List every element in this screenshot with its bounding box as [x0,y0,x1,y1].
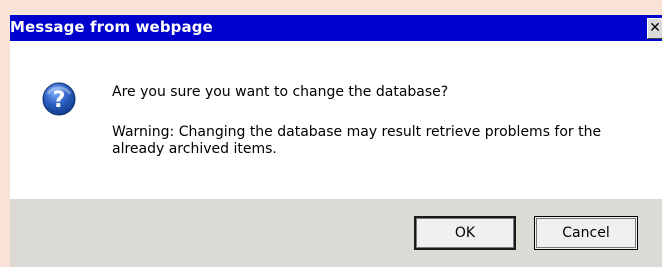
dialog-body [10,41,662,199]
warning-message: Warning: Changing the database may resul… [112,124,602,157]
question-icon: ? [42,82,76,116]
close-icon: ✕ [649,20,661,36]
ok-button[interactable]: OK [414,216,516,250]
cancel-button[interactable]: Cancel [534,216,638,250]
confirmation-message: Are you sure you want to change the data… [112,84,449,100]
dialog-titlebar[interactable]: Message from webpage ✕ [10,15,662,41]
svg-text:?: ? [53,88,66,113]
close-button[interactable]: ✕ [647,18,662,39]
dialog-title: Message from webpage [10,18,213,36]
